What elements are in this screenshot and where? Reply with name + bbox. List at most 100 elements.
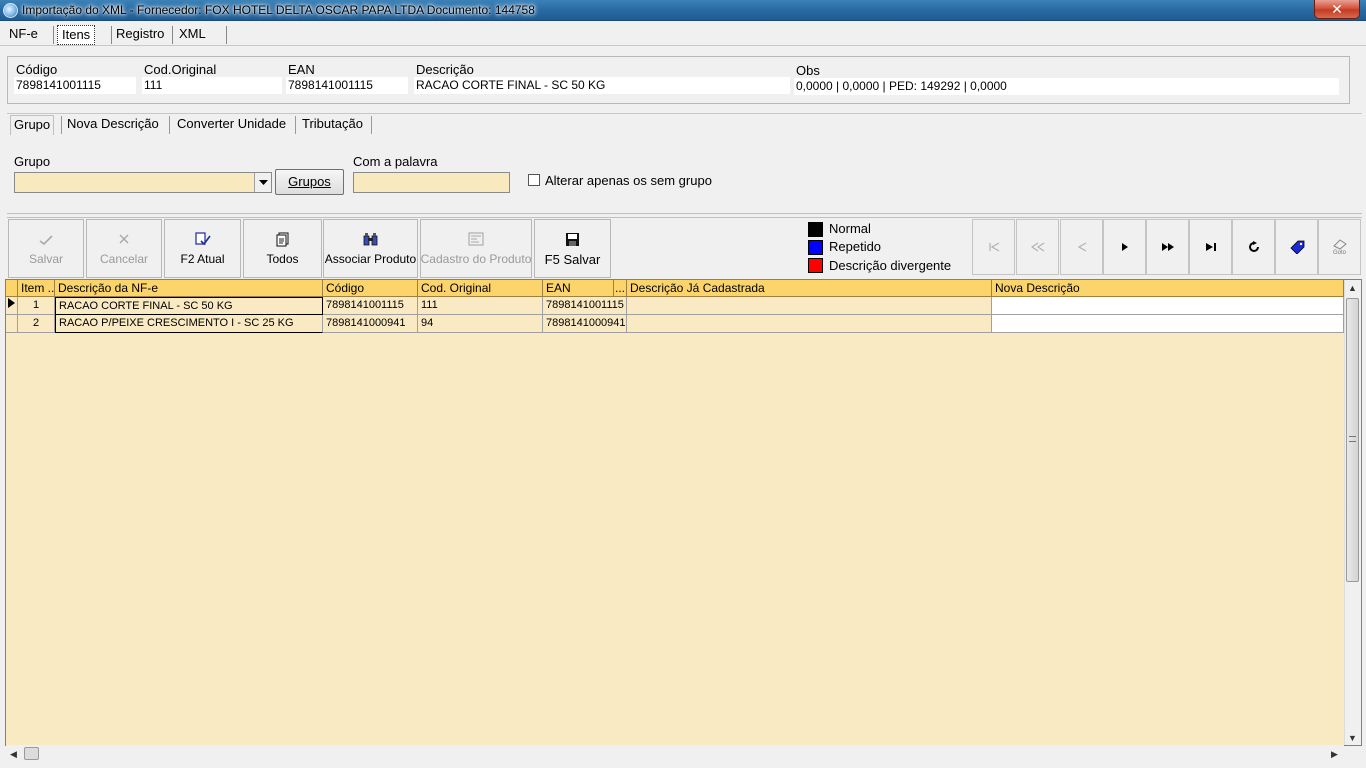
first-record-icon[interactable]	[972, 219, 1015, 275]
horizontal-scrollbar[interactable]	[6, 745, 1344, 762]
tab-nfe[interactable]: NF-e	[5, 25, 42, 45]
descricao-field: RACAO CORTE FINAL - SC 50 KG	[414, 77, 790, 94]
scroll-down-icon[interactable]: ▼	[1348, 733, 1357, 743]
form-icon	[468, 232, 484, 248]
tab-separator	[53, 26, 54, 44]
column-header-ean[interactable]: EAN	[543, 280, 614, 297]
palavra-label: Com a palavra	[353, 154, 438, 169]
chevron-down-icon[interactable]	[254, 173, 271, 192]
floppy-disk-icon	[565, 232, 580, 248]
column-header-descricao-cadastrada[interactable]: Descrição Já Cadastrada	[627, 280, 992, 297]
column-header-cod-original[interactable]: Cod. Original	[418, 280, 543, 297]
grid-cell-codigo[interactable]: 7898141001115	[323, 297, 418, 315]
next-record-icon[interactable]	[1103, 219, 1146, 275]
subtab-grupo[interactable]: Grupo	[10, 115, 55, 135]
goto-label: Goto	[1332, 250, 1346, 256]
grid-cell-codigo[interactable]: 7898141000941	[323, 315, 418, 333]
grid-cell-nova-descricao[interactable]	[992, 297, 1344, 315]
row-indicator-icon	[6, 297, 18, 315]
obs-label: Obs	[796, 63, 820, 78]
palavra-input[interactable]	[353, 172, 510, 193]
obs-field: 0,0000 | 0,0000 | PED: 149292 | 0,0000	[794, 78, 1339, 95]
subtab-nova-descricao[interactable]: Nova Descrição	[64, 115, 162, 135]
prior-page-icon[interactable]	[1016, 219, 1059, 275]
grupo-select[interactable]	[14, 172, 272, 193]
grid-indicator-header	[6, 280, 18, 297]
column-header-item[interactable]: Item ...	[18, 280, 55, 297]
salvar-label: Salvar	[28, 252, 63, 266]
legend-label-divergente: Descrição divergente	[829, 258, 952, 273]
subtab-separator	[169, 116, 170, 134]
grid-cell-item[interactable]: 1	[18, 297, 55, 315]
items-grid	[5, 279, 1362, 746]
grupos-button[interactable]: Grupos	[275, 169, 344, 195]
documents-icon	[275, 232, 291, 248]
tab-registro[interactable]: Registro	[112, 25, 168, 45]
grid-cell-ean[interactable]: 7898141000941	[543, 315, 627, 333]
associar-produto-button[interactable]: Associar Produto	[323, 219, 418, 278]
close-icon	[118, 232, 130, 248]
cod-original-field: 111	[142, 77, 282, 94]
next-page-icon[interactable]	[1146, 219, 1189, 275]
grid-cell-descricao[interactable]: RACAO CORTE FINAL - SC 50 KG	[55, 297, 323, 315]
legend-label-normal: Normal	[829, 221, 871, 236]
scroll-left-icon[interactable]: ◀	[10, 749, 17, 760]
f2-atual-button[interactable]: F2 Atual	[164, 219, 241, 278]
column-header-ellipsis[interactable]: ...	[614, 280, 627, 297]
last-record-icon[interactable]	[1189, 219, 1232, 275]
legend-swatch-divergente	[808, 258, 823, 273]
legend-label-repetido: Repetido	[829, 239, 882, 254]
column-header-descricao-nfe[interactable]: Descrição da NF-e	[55, 280, 323, 297]
column-header-nova-descricao[interactable]: Nova Descrição	[992, 280, 1344, 297]
descricao-label: Descrição	[416, 62, 474, 77]
grid-cell-descricao[interactable]: RACAO P/PEIXE CRESCIMENTO I - SC 25 KG	[55, 315, 323, 333]
subtab-tributacao[interactable]: Tributação	[299, 115, 366, 135]
f2-atual-label: F2 Atual	[180, 252, 225, 266]
ean-field: 7898141001115	[286, 77, 408, 94]
close-button[interactable]: ✕	[1314, 0, 1360, 19]
f5-salvar-button[interactable]: F5 Salvar	[534, 219, 611, 278]
grid-cell-cod-original[interactable]: 94	[418, 315, 543, 333]
subtab-separator	[295, 116, 296, 134]
tab-separator	[172, 26, 173, 44]
grid-cell-nova-descricao[interactable]	[992, 315, 1344, 333]
cancelar-button[interactable]: Cancelar	[86, 219, 162, 278]
app-icon	[3, 3, 18, 18]
subtab-strip-top	[7, 113, 1362, 114]
cadastro-produto-label: Cadastro do Produto	[420, 252, 532, 266]
sem-grupo-checkbox[interactable]	[528, 174, 540, 186]
grupo-label: Grupo	[14, 154, 51, 169]
todos-button[interactable]: Todos	[243, 219, 322, 278]
salvar-button[interactable]: Salvar	[8, 219, 84, 278]
prior-record-icon[interactable]	[1060, 219, 1103, 275]
horizontal-scroll-thumb[interactable]	[24, 747, 39, 760]
cod-original-label: Cod.Original	[144, 62, 217, 77]
scroll-right-icon[interactable]: ▶	[1331, 749, 1338, 760]
cadastro-produto-button[interactable]: Cadastro do Produto	[420, 219, 532, 278]
tab-strip-line	[0, 45, 1366, 46]
column-header-codigo[interactable]: Código	[323, 280, 418, 297]
tab-xml[interactable]: XML	[175, 25, 210, 45]
tag-icon[interactable]	[1275, 219, 1318, 275]
refresh-icon[interactable]	[1232, 219, 1275, 275]
subtab-converter-unidade[interactable]: Converter Unidade	[174, 115, 289, 135]
grid-cell-cod-original[interactable]: 111	[418, 297, 543, 315]
grupos-button-label: Grupos	[288, 174, 331, 189]
sem-grupo-label: Alterar apenas os sem grupo	[545, 173, 712, 188]
tab-itens[interactable]: Itens	[57, 25, 96, 45]
scroll-up-icon[interactable]: ▲	[1348, 283, 1357, 293]
f5-salvar-label: F5 Salvar	[544, 252, 601, 267]
grid-cell-descricao-cadastrada[interactable]	[627, 297, 992, 315]
grid-cell-ean[interactable]: 7898141001115	[543, 297, 627, 315]
window-title: Importação do XML - Fornecedor: FOX HOTE…	[22, 3, 535, 17]
todos-label: Todos	[266, 252, 299, 266]
codigo-label: Código	[16, 62, 58, 77]
eraser-icon	[1332, 239, 1347, 250]
grid-cell-item[interactable]: 2	[18, 315, 55, 333]
ean-label: EAN	[288, 62, 315, 77]
cancelar-label: Cancelar	[99, 252, 149, 266]
associar-produto-label: Associar Produto	[324, 252, 417, 266]
goto-button[interactable]: Goto	[1318, 219, 1361, 275]
grid-cell-descricao-cadastrada[interactable]	[627, 315, 992, 333]
binoculars-icon	[363, 232, 379, 248]
